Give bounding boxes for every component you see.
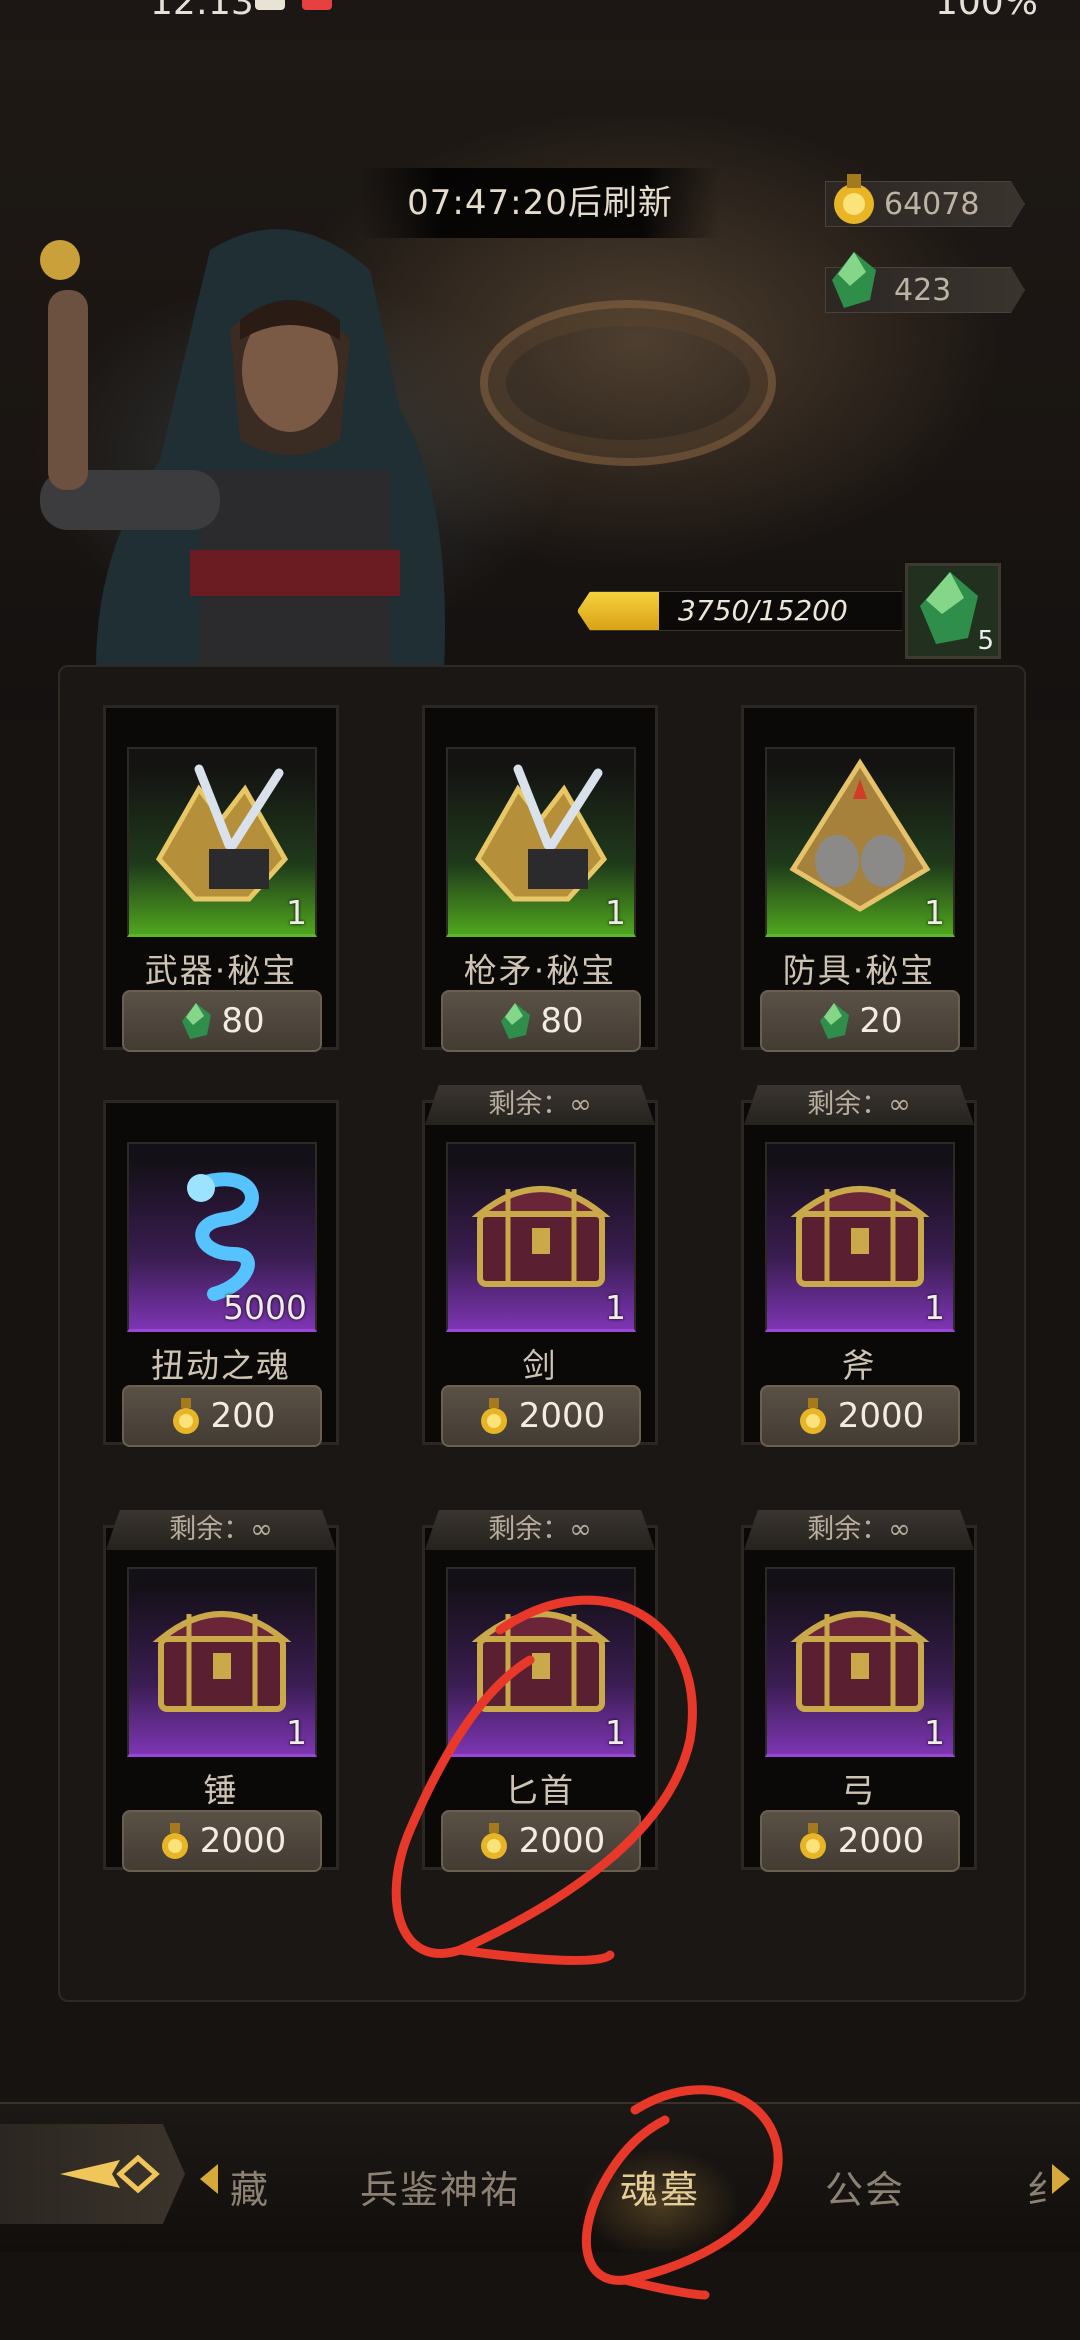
- refresh-timer: 07:47:20后刷新: [360, 168, 720, 238]
- buy-button[interactable]: 2000: [760, 1385, 960, 1447]
- shop-item-card[interactable]: 1 武器·秘宝 80: [103, 705, 339, 1052]
- buy-button[interactable]: 80: [441, 990, 641, 1052]
- status-time: 12:13: [150, 0, 254, 23]
- progress-reward-chest[interactable]: 5: [905, 563, 1001, 659]
- status-bar: 12:13 100%: [0, 0, 1080, 40]
- remaining-label: 剩余：∞: [425, 1085, 655, 1125]
- item-price: 2000: [837, 1821, 925, 1861]
- back-arrow-icon: [60, 2154, 160, 2194]
- scroll-right-arrow-icon[interactable]: [1050, 2164, 1070, 2194]
- buy-button[interactable]: 2000: [441, 1385, 641, 1447]
- item-quantity: 1: [605, 1713, 626, 1752]
- gem-amount: 423: [894, 273, 952, 308]
- item-quantity: 1: [605, 893, 626, 932]
- buy-button[interactable]: 80: [122, 990, 322, 1052]
- shop-item-card[interactable]: 剩余：∞ 1 斧 2000: [741, 1085, 977, 1447]
- battery-percent: 100%: [935, 0, 1038, 23]
- item-price: 20: [859, 1001, 903, 1041]
- back-button[interactable]: [0, 2124, 185, 2224]
- item-name: 弓: [841, 1771, 877, 1810]
- item-price: 2000: [199, 1821, 287, 1861]
- item-price: 2000: [837, 1396, 925, 1436]
- gold-potion-icon: [480, 1823, 507, 1859]
- shop-item-card[interactable]: 1 枪矛·秘宝 80: [422, 705, 658, 1052]
- item-image[interactable]: 1: [765, 1567, 955, 1757]
- item-image[interactable]: 1: [446, 747, 636, 937]
- item-quantity: 1: [924, 1713, 945, 1752]
- item-price: 80: [221, 1001, 265, 1041]
- gold-potion-icon: [799, 1398, 826, 1434]
- item-price: 2000: [518, 1396, 606, 1436]
- item-quantity: 1: [924, 893, 945, 932]
- shop-item-card[interactable]: 1 防具·秘宝 20: [741, 705, 977, 1052]
- bottom-ornament-strip: [0, 2252, 1080, 2340]
- item-name: 防具·秘宝: [782, 951, 936, 990]
- item-name: 剑: [522, 1346, 558, 1385]
- gold-potion-icon: [799, 1823, 826, 1859]
- merchant-character-image: [40, 229, 445, 730]
- gold-potion-icon: [161, 1823, 188, 1859]
- remaining-label: 剩余：∞: [744, 1085, 974, 1125]
- item-image[interactable]: 5000: [127, 1142, 317, 1332]
- item-image[interactable]: 1: [765, 1142, 955, 1332]
- gold-amount: 64078: [884, 187, 980, 222]
- item-name: 武器·秘宝: [144, 951, 298, 990]
- alert-badge-icon: [302, 0, 332, 10]
- merchant-scene: 07:47:20后刷新 64078 423 3750/15200 5: [0, 40, 1080, 730]
- item-quantity: 1: [286, 893, 307, 932]
- item-price: 80: [540, 1001, 584, 1041]
- buy-button[interactable]: 2000: [441, 1810, 641, 1872]
- green-gem-icon: [832, 252, 876, 308]
- item-name: 扭动之魂: [151, 1346, 291, 1385]
- item-name: 斧: [841, 1346, 877, 1385]
- buy-button[interactable]: 20: [760, 990, 960, 1052]
- background-wheel: [480, 300, 776, 466]
- notification-icon: [255, 0, 285, 10]
- shop-item-card[interactable]: 剩余：∞ 1 剑 2000: [422, 1085, 658, 1447]
- remaining-label: 剩余：∞: [744, 1510, 974, 1550]
- item-price: 2000: [518, 1821, 606, 1861]
- green-gem-icon: [820, 1003, 850, 1039]
- item-image[interactable]: 1: [127, 747, 317, 937]
- progress-text: 3750/15200: [678, 594, 848, 627]
- shop-item-card[interactable]: 剩余：∞ 1 匕首 2000: [422, 1510, 658, 1872]
- gold-potion-icon: [172, 1398, 199, 1434]
- item-image[interactable]: 1: [446, 1142, 636, 1332]
- item-quantity: 5000: [223, 1288, 307, 1327]
- item-quantity: 1: [286, 1713, 307, 1752]
- tab-bingjian-shenyou[interactable]: 兵鉴神祐: [360, 2159, 520, 2214]
- shop-item-card[interactable]: 剩余：∞ 1 弓 2000: [741, 1510, 977, 1872]
- green-gem-icon: [182, 1003, 212, 1039]
- reward-progress-bar: 3750/15200: [577, 591, 909, 631]
- tab-hidden-left[interactable]: 藏: [230, 2159, 270, 2214]
- item-name: 枪矛·秘宝: [463, 951, 617, 990]
- tab-hunmu[interactable]: 魂墓: [620, 2159, 700, 2214]
- remaining-label: 剩余：∞: [425, 1510, 655, 1550]
- progress-fill: [578, 592, 660, 630]
- shop-item-card[interactable]: 剩余：∞ 1 锤 2000: [103, 1510, 339, 1872]
- shop-item-card[interactable]: 5000 扭动之魂 200: [103, 1100, 339, 1447]
- item-price: 200: [210, 1396, 276, 1436]
- green-gem-icon: [501, 1003, 531, 1039]
- item-image[interactable]: 1: [446, 1567, 636, 1757]
- item-quantity: 1: [605, 1288, 626, 1327]
- gold-potion-icon: [834, 174, 874, 224]
- buy-button[interactable]: 2000: [760, 1810, 960, 1872]
- item-name: 锤: [203, 1771, 239, 1810]
- item-name: 匕首: [505, 1771, 575, 1810]
- tab-guild[interactable]: 公会: [825, 2159, 905, 2214]
- reward-count: 5: [977, 626, 994, 656]
- item-quantity: 1: [924, 1288, 945, 1327]
- bottom-tab-bar: 藏 兵鉴神祐 魂墓 公会 纟: [0, 2102, 1080, 2254]
- remaining-label: 剩余：∞: [106, 1510, 336, 1550]
- buy-button[interactable]: 2000: [122, 1810, 322, 1872]
- gold-potion-icon: [480, 1398, 507, 1434]
- item-image[interactable]: 1: [127, 1567, 317, 1757]
- item-image[interactable]: 1: [765, 747, 955, 937]
- buy-button[interactable]: 200: [122, 1385, 322, 1447]
- scroll-left-arrow-icon[interactable]: [200, 2164, 220, 2194]
